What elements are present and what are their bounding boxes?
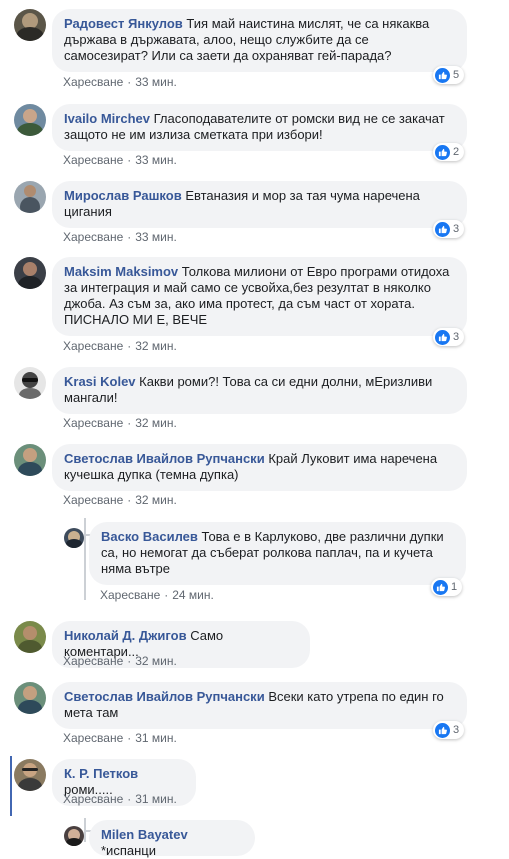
like-reaction-icon — [433, 579, 448, 595]
avatar[interactable] — [14, 104, 46, 136]
reaction-count[interactable]: 3 — [433, 220, 465, 238]
reaction-count-value: 3 — [453, 724, 460, 736]
avatar[interactable] — [14, 682, 46, 714]
avatar[interactable] — [14, 367, 46, 399]
comment-actions: Харесване · 24 мин. — [100, 588, 214, 602]
comment-timestamp[interactable]: 32 мин. — [135, 654, 177, 668]
comment-timestamp[interactable]: 32 мин. — [135, 339, 177, 353]
like-button[interactable]: Харесване — [63, 731, 123, 745]
like-button[interactable]: Харесване — [63, 493, 123, 507]
comment-actions: Харесване · 32 мин. — [63, 654, 177, 668]
comment-actions: Харесване · 32 мин. — [63, 339, 177, 353]
comment-author[interactable]: Maksim Maksimov — [64, 264, 178, 279]
comment-bubble: Milen Bayatev *испанци — [89, 820, 255, 858]
comment-timestamp[interactable]: 32 мин. — [135, 416, 177, 430]
comment-bubble: Ivailo Mirchev Гласоподавателите от ромс… — [52, 104, 467, 151]
comment-author[interactable]: Васко Василев — [101, 529, 198, 544]
comment-timestamp[interactable]: 32 мин. — [135, 493, 177, 507]
comment-author[interactable]: Ivailo Mirchev — [64, 111, 150, 126]
like-reaction-icon — [435, 67, 450, 83]
avatar[interactable] — [64, 826, 84, 846]
comment-author[interactable]: Николай Д. Джигов — [64, 628, 187, 643]
comment-actions: Харесване · 33 мин. — [63, 230, 177, 244]
comment-actions: Харесване · 32 мин. — [63, 493, 177, 507]
avatar[interactable] — [64, 528, 84, 548]
avatar[interactable] — [14, 257, 46, 289]
comment-timestamp[interactable]: 31 мин. — [135, 731, 177, 745]
comment-actions: Харесване · 33 мин. — [63, 75, 177, 89]
comment-author[interactable]: Светослав Ивайлов Рупчански — [64, 689, 265, 704]
reaction-count-value: 3 — [453, 223, 460, 235]
like-button[interactable]: Харесване — [100, 588, 160, 602]
reply-thread-line — [84, 518, 86, 600]
comment-author[interactable]: Krasi Kolev — [64, 374, 136, 389]
like-button[interactable]: Харесване — [63, 654, 123, 668]
avatar[interactable] — [14, 181, 46, 213]
reaction-count-value: 1 — [451, 581, 458, 593]
comment-actions: Харесване · 33 мин. — [63, 153, 177, 167]
avatar[interactable] — [14, 759, 46, 791]
avatar[interactable] — [14, 444, 46, 476]
like-button[interactable]: Харесване — [63, 416, 123, 430]
comment-timestamp[interactable]: 33 мин. — [135, 230, 177, 244]
comment-bubble: Васко Василев Това е в Карлуково, две ра… — [89, 522, 466, 585]
avatar[interactable] — [14, 621, 46, 653]
reaction-count[interactable]: 1 — [431, 578, 463, 596]
comment-bubble: Светослав Ивайлов Рупчански Всеки като у… — [52, 682, 467, 729]
comment-timestamp[interactable]: 24 мин. — [172, 588, 214, 602]
reaction-count-value: 2 — [453, 146, 460, 158]
reaction-count[interactable]: 5 — [433, 66, 465, 84]
comment-author[interactable]: Радовест Янкулов — [64, 16, 183, 31]
comment-bubble: Радовест Янкулов Тия май наистина мислят… — [52, 9, 467, 72]
comment-timestamp[interactable]: 31 мин. — [135, 792, 177, 806]
comment-bubble: Maksim Maksimov Толкова милиони от Евро … — [52, 257, 467, 336]
comment-text: *испанци — [101, 843, 156, 858]
comment-timestamp[interactable]: 33 мин. — [135, 153, 177, 167]
comment-author[interactable]: Milen Bayatev — [101, 827, 188, 842]
comment-author[interactable]: Светослав Ивайлов Рупчански — [64, 451, 265, 466]
like-reaction-icon — [435, 221, 450, 237]
comment-author[interactable]: К. Р. Петков — [64, 766, 138, 781]
comment-author[interactable]: Мирослав Рашков — [64, 188, 182, 203]
reaction-count-value: 3 — [453, 331, 460, 343]
reaction-count-value: 5 — [453, 69, 460, 81]
like-button[interactable]: Харесване — [63, 75, 123, 89]
comment-actions: Харесване · 31 мин. — [63, 731, 177, 745]
avatar[interactable] — [14, 9, 46, 41]
reaction-count[interactable]: 3 — [433, 328, 465, 346]
comment-bubble: Мирослав Рашков Евтаназия и мор за тая ч… — [52, 181, 467, 228]
like-reaction-icon — [435, 144, 450, 160]
like-button[interactable]: Харесване — [63, 230, 123, 244]
like-button[interactable]: Харесване — [63, 153, 123, 167]
comment-bubble: Krasi Kolev Какви роми?! Това са си едни… — [52, 367, 467, 414]
reaction-count[interactable]: 3 — [433, 721, 465, 739]
like-reaction-icon — [435, 722, 450, 738]
reply-thread-line-active — [10, 756, 12, 816]
comment-actions: Харесване · 32 мин. — [63, 416, 177, 430]
comment-timestamp[interactable]: 33 мин. — [135, 75, 177, 89]
like-button[interactable]: Харесване — [63, 792, 123, 806]
comment-bubble: Светослав Ивайлов Рупчански Край Луковит… — [52, 444, 467, 491]
like-button[interactable]: Харесване — [63, 339, 123, 353]
like-reaction-icon — [435, 329, 450, 345]
reaction-count[interactable]: 2 — [433, 143, 465, 161]
comment-actions: Харесване · 31 мин. — [63, 792, 177, 806]
